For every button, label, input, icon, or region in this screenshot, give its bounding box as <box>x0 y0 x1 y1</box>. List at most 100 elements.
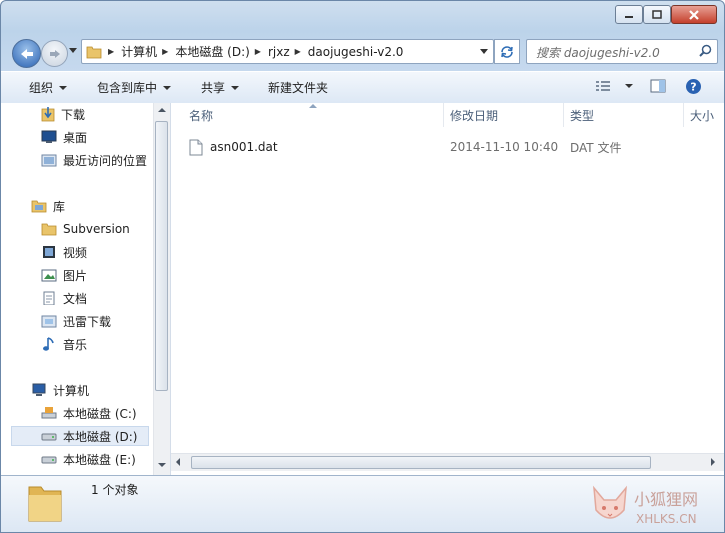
share-button[interactable]: 共享 <box>201 79 240 96</box>
nav-item-label: 桌面 <box>63 130 88 145</box>
recent-pages-chevron-down-icon[interactable] <box>69 48 77 53</box>
chevron-down-icon <box>59 85 68 90</box>
file-list-horizontal-scrollbar[interactable] <box>171 453 724 471</box>
file-row[interactable]: asn001.dat 2014-11-10 10:40 DAT 文件 <box>189 136 621 158</box>
nav-item-drive-c[interactable]: 本地磁盘 (C:) <box>41 403 137 423</box>
new-folder-button[interactable]: 新建文件夹 <box>268 79 328 96</box>
nav-item-xunlei-downloads[interactable]: 迅雷下载 <box>41 311 111 331</box>
file-name: asn001.dat <box>210 140 278 154</box>
close-icon <box>689 9 699 20</box>
details-pane: 1 个对象 小狐狸网 XHLKS.CN <box>1 475 724 532</box>
nav-item-label: 文档 <box>63 291 88 306</box>
scroll-up-arrow-icon[interactable] <box>158 108 166 112</box>
column-header-label: 大小 <box>690 108 715 123</box>
search-icon[interactable] <box>699 44 712 57</box>
share-label: 共享 <box>201 81 226 95</box>
command-bar: 组织 包含到库中 共享 新建文件夹 ? <box>1 71 724 104</box>
search-box[interactable]: 搜索 daojugeshi-v2.0 <box>526 39 718 64</box>
nav-item-videos[interactable]: 视频 <box>41 242 87 262</box>
music-note-icon <box>43 337 54 351</box>
nav-item-drive-d[interactable]: 本地磁盘 (D:) <box>11 426 149 446</box>
file-list-pane: 名称 修改日期 类型 大小 asn001.dat 2014-11-10 10:4… <box>171 103 724 475</box>
nav-item-music[interactable]: 音乐 <box>41 334 87 354</box>
address-history-chevron-down-icon[interactable] <box>480 49 488 54</box>
nav-item-desktop[interactable]: 桌面 <box>41 127 87 147</box>
column-header-name[interactable]: 名称 <box>171 103 444 127</box>
computer-icon <box>32 383 46 396</box>
recent-places-icon <box>41 154 57 167</box>
downloads-folder-icon <box>41 107 55 122</box>
navigation-pane: 下载 桌面 最近访问的位置 库 Subversion 视频 图片 文档 迅雷下载… <box>1 103 171 475</box>
nav-item-label: 最近访问的位置 <box>63 153 148 168</box>
refresh-button[interactable] <box>494 39 520 64</box>
nav-item-downloads[interactable]: 下载 <box>41 104 85 124</box>
change-view-button[interactable] <box>595 80 633 92</box>
help-button[interactable]: ? <box>685 78 702 95</box>
breadcrumb-separator-icon[interactable]: ▶ <box>253 47 265 56</box>
subversion-library-icon <box>41 223 57 236</box>
breadcrumb-computer[interactable]: 计算机 <box>118 43 160 60</box>
system-drive-icon <box>41 407 57 419</box>
new-folder-label: 新建文件夹 <box>268 81 329 95</box>
nav-item-label: 图片 <box>63 268 88 283</box>
include-in-library-button[interactable]: 包含到库中 <box>97 79 172 96</box>
nav-item-libraries[interactable]: 库 <box>31 196 65 216</box>
desktop-icon <box>41 130 57 143</box>
close-button[interactable] <box>671 5 717 24</box>
scroll-down-arrow-icon[interactable] <box>158 463 166 467</box>
nav-item-label: 计算机 <box>53 383 90 398</box>
minimize-button[interactable] <box>615 5 643 24</box>
hard-drive-icon <box>41 433 57 441</box>
minimize-icon <box>625 15 633 18</box>
nav-item-subversion[interactable]: Subversion <box>41 219 130 239</box>
breadcrumb-drive-d[interactable]: 本地磁盘 (D:) <box>172 43 252 60</box>
nav-item-recent-places[interactable]: 最近访问的位置 <box>41 150 147 170</box>
chevron-down-icon <box>163 85 172 90</box>
forward-button[interactable] <box>41 40 68 67</box>
back-button[interactable] <box>12 39 41 68</box>
hard-drive-icon <box>41 456 57 464</box>
organize-button[interactable]: 组织 <box>29 79 68 96</box>
scroll-right-arrow-icon[interactable] <box>711 458 715 466</box>
scrollbar-thumb[interactable] <box>155 121 168 391</box>
breadcrumb-rjxz[interactable]: rjxz <box>265 45 293 59</box>
folder-icon <box>86 46 102 58</box>
column-header-date[interactable]: 修改日期 <box>444 103 564 127</box>
navigation-pane-scrollbar[interactable] <box>153 103 170 475</box>
documents-icon <box>43 291 55 305</box>
nav-item-pictures[interactable]: 图片 <box>41 265 87 285</box>
breadcrumb-separator-icon[interactable]: ▶ <box>106 47 118 56</box>
scrollbar-thumb[interactable] <box>191 456 651 469</box>
sort-ascending-icon <box>309 104 317 108</box>
nav-item-label: 视频 <box>63 245 88 260</box>
nav-item-drive-e[interactable]: 本地磁盘 (E:) <box>41 449 136 469</box>
include-library-label: 包含到库中 <box>97 81 158 95</box>
nav-item-label: Subversion <box>63 222 130 236</box>
chevron-down-icon <box>625 84 633 88</box>
libraries-icon <box>31 200 47 213</box>
nav-item-computer[interactable]: 计算机 <box>31 380 89 400</box>
address-bar[interactable]: ▶ 计算机 ▶ 本地磁盘 (D:) ▶ rjxz ▶ daojugeshi-v2… <box>81 39 494 64</box>
chevron-down-icon <box>231 85 240 90</box>
download-library-icon <box>41 315 57 328</box>
breadcrumb-separator-icon[interactable]: ▶ <box>160 47 172 56</box>
pictures-icon <box>41 269 57 282</box>
breadcrumb-current-folder[interactable]: daojugeshi-v2.0 <box>305 45 407 59</box>
maximize-icon <box>652 9 662 19</box>
nav-item-documents[interactable]: 文档 <box>41 288 87 308</box>
column-header-label: 名称 <box>189 108 214 123</box>
organize-label: 组织 <box>29 81 54 95</box>
maximize-button[interactable] <box>643 5 671 24</box>
watermark-url: XHLKS.CN <box>636 512 697 526</box>
breadcrumb-separator-icon[interactable]: ▶ <box>293 47 305 56</box>
svg-text:?: ? <box>690 81 696 94</box>
file-type: DAT 文件 <box>570 140 622 155</box>
preview-pane-button[interactable] <box>650 79 666 93</box>
column-header-type[interactable]: 类型 <box>564 103 684 127</box>
nav-item-label: 本地磁盘 (C:) <box>63 406 137 421</box>
refresh-icon <box>501 45 513 58</box>
column-header-size[interactable]: 大小 <box>684 103 724 127</box>
scroll-left-arrow-icon[interactable] <box>176 458 180 466</box>
details-view-icon <box>596 81 610 91</box>
explorer-window: ▶ 计算机 ▶ 本地磁盘 (D:) ▶ rjxz ▶ daojugeshi-v2… <box>0 0 725 533</box>
